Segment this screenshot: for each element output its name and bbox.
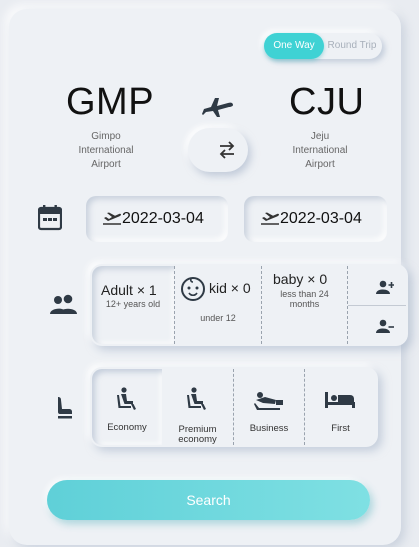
person-add-icon bbox=[376, 280, 394, 294]
baby-label: baby bbox=[273, 271, 304, 287]
cabin-label-line: First bbox=[331, 423, 350, 434]
recline-seat-icon bbox=[254, 392, 283, 410]
destination-name-line: Airport bbox=[305, 159, 335, 170]
destination-name-line: Jeju bbox=[310, 131, 330, 142]
adult-label: Adult bbox=[101, 282, 133, 298]
round-trip-option[interactable]: Round Trip bbox=[322, 33, 382, 59]
baby-note-line: less than 24 bbox=[280, 289, 329, 299]
swap-airports-button[interactable] bbox=[188, 128, 248, 172]
adult-note: 12+ years old bbox=[105, 299, 161, 309]
divider bbox=[348, 305, 406, 306]
cabin-label: First bbox=[305, 424, 376, 434]
seat-passenger-icon bbox=[187, 387, 206, 410]
baby-face-icon bbox=[181, 277, 205, 301]
remove-passenger-button[interactable] bbox=[348, 307, 406, 345]
seat-icon bbox=[55, 396, 73, 425]
origin-name-line: Gimpo bbox=[91, 131, 121, 142]
cabin-label: Business bbox=[234, 424, 304, 434]
origin-name-line: International bbox=[78, 145, 134, 156]
kid-label: kid bbox=[209, 280, 227, 296]
seat-passenger-icon bbox=[117, 387, 136, 410]
add-passenger-button[interactable] bbox=[348, 268, 406, 306]
return-date-value: 2022-03-04 bbox=[280, 210, 362, 227]
baby-note: less than 24 months bbox=[262, 289, 347, 309]
return-date-field[interactable]: 2022-03-04 bbox=[244, 196, 387, 242]
baby-note-line: months bbox=[289, 299, 320, 309]
flight-takeoff-icon bbox=[261, 212, 279, 225]
one-way-option[interactable]: One Way bbox=[264, 33, 324, 59]
search-button[interactable]: Search bbox=[47, 480, 370, 520]
people-icon bbox=[50, 294, 78, 319]
adult-count: × 1 bbox=[136, 282, 157, 298]
cabin-label-line: Economy bbox=[107, 422, 147, 433]
trip-type-toggle[interactable]: One Way Round Trip bbox=[264, 33, 382, 59]
cabin-option-economy[interactable]: Economy bbox=[92, 369, 162, 445]
airplane-icon bbox=[201, 94, 235, 120]
baby-count: × 0 bbox=[307, 271, 328, 287]
passenger-selector: Adult × 1 12+ years old kid × 0 under 12… bbox=[90, 264, 408, 346]
departure-date-value: 2022-03-04 bbox=[122, 210, 204, 227]
swap-arrows-icon bbox=[219, 141, 235, 159]
flat-bed-icon bbox=[325, 392, 355, 408]
origin-code[interactable]: GMP bbox=[66, 81, 154, 124]
destination-name: Jeju International Airport bbox=[275, 130, 365, 172]
cabin-label-line: Business bbox=[249, 423, 289, 434]
kid-count: × 0 bbox=[230, 280, 251, 296]
kid-note: under 12 bbox=[200, 313, 236, 323]
cabin-option-first[interactable]: First bbox=[305, 367, 376, 447]
destination-name-line: International bbox=[292, 145, 348, 156]
cabin-class-selector: Economy Premium economy Business First bbox=[90, 367, 378, 447]
departure-date-field[interactable]: 2022-03-04 bbox=[86, 196, 228, 242]
cabin-option-business[interactable]: Business bbox=[234, 367, 304, 447]
calendar-icon bbox=[37, 205, 63, 236]
baby-label-group: baby × 0 bbox=[273, 271, 327, 287]
person-remove-icon bbox=[376, 319, 394, 333]
cabin-label: Premium economy bbox=[162, 425, 233, 445]
baby-passenger-cell[interactable]: baby × 0 less than 24 months bbox=[262, 266, 347, 344]
origin-name: Gimpo International Airport bbox=[61, 130, 151, 172]
kid-label-group: kid × 0 bbox=[209, 280, 251, 296]
cabin-label: Economy bbox=[92, 423, 162, 433]
destination-code[interactable]: CJU bbox=[289, 81, 364, 124]
cabin-option-premium-economy[interactable]: Premium economy bbox=[162, 367, 233, 447]
cabin-label-line: economy bbox=[178, 434, 217, 445]
adult-passenger-cell[interactable]: Adult × 1 12+ years old bbox=[92, 266, 174, 344]
origin-name-line: Airport bbox=[91, 159, 121, 170]
flight-takeoff-icon bbox=[103, 212, 121, 225]
adult-label-group: Adult × 1 bbox=[101, 282, 157, 298]
kid-passenger-cell[interactable]: kid × 0 under 12 bbox=[175, 266, 261, 344]
